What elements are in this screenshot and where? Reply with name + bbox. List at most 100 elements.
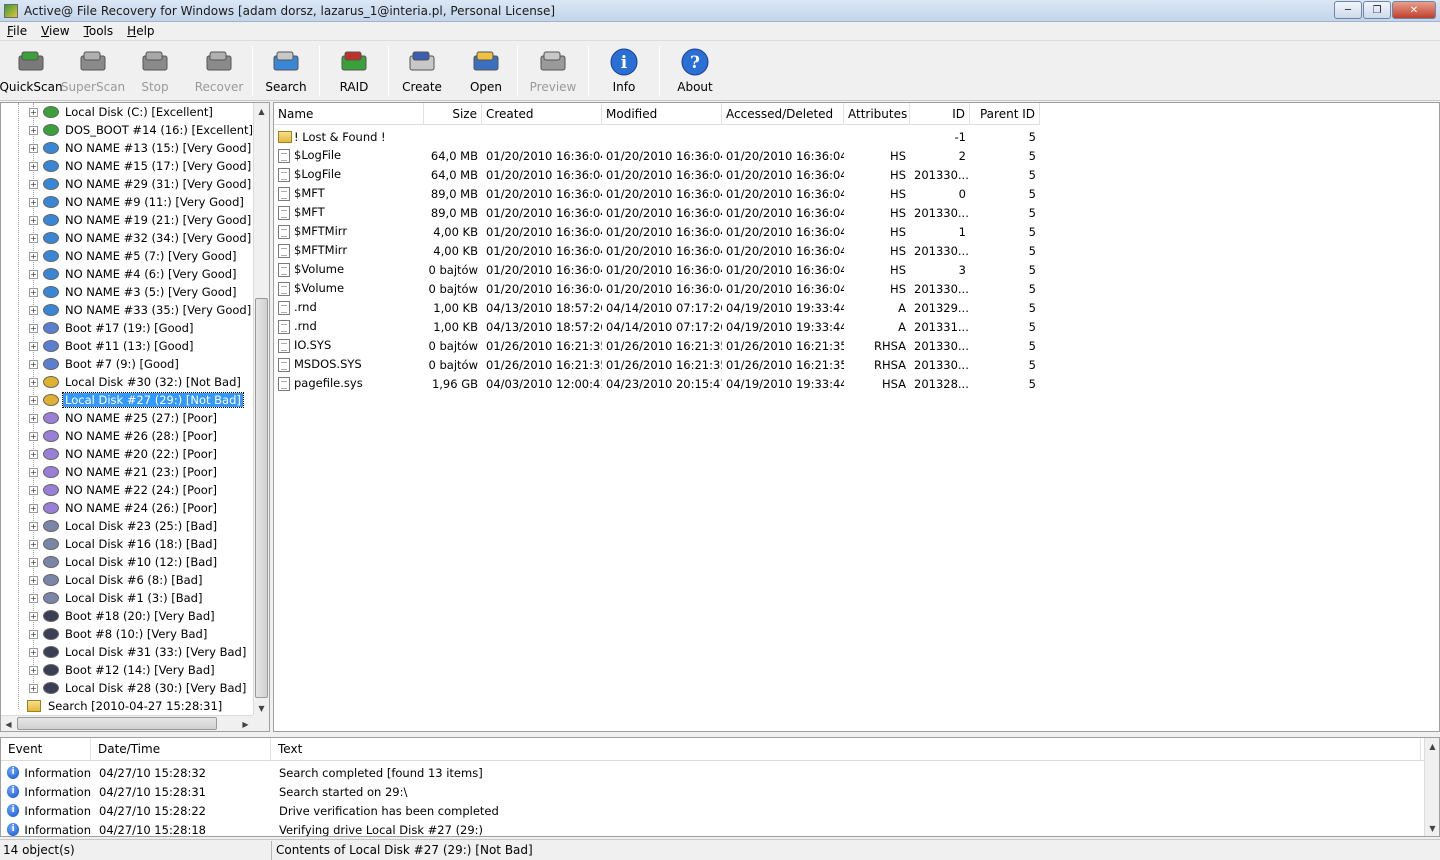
expand-icon[interactable]: +: [29, 197, 38, 207]
table-row[interactable]: pagefile.sys 1,96 GB 04/03/2010 12:00:41 04…: [274, 374, 1040, 393]
toolbar-button-raid[interactable]: RAID: [320, 42, 388, 100]
table-row[interactable]: ! Lost & Found ! -1 5: [274, 127, 1040, 146]
tree-item-drive[interactable]: + Local Disk #27 (29:) [Not Bad]: [29, 391, 244, 409]
expand-icon[interactable]: +: [29, 413, 38, 423]
toolbar-button-superscan[interactable]: SuperScan: [61, 42, 125, 100]
table-row[interactable]: .rnd 1,00 KB 04/13/2010 18:57:26 04/14/2010…: [274, 317, 1040, 336]
expand-icon[interactable]: +: [29, 611, 38, 621]
expand-icon[interactable]: +: [29, 665, 38, 675]
expand-icon[interactable]: +: [29, 467, 38, 477]
tree-item-drive[interactable]: + Local Disk #10 (12:) [Bad]: [29, 553, 219, 571]
tree-item-drive[interactable]: + NO NAME #21 (23:) [Poor]: [29, 463, 219, 481]
expand-icon[interactable]: +: [29, 683, 38, 693]
tree-item-drive[interactable]: + Local Disk (C:) [Excellent]: [29, 103, 215, 121]
table-row[interactable]: $MFT 89,0 MB 01/20/2010 16:36:04 01/20/2010…: [274, 184, 1040, 203]
expand-icon[interactable]: +: [29, 539, 38, 549]
column-header-created[interactable]: Created: [482, 103, 602, 125]
column-header-attributes[interactable]: Attributes: [844, 103, 910, 125]
table-row[interactable]: $MFTMirr 4,00 KB 01/20/2010 16:36:04 01/20/…: [274, 241, 1040, 260]
tree-item-drive[interactable]: + NO NAME #13 (15:) [Very Good]: [29, 139, 253, 157]
tree-item-drive[interactable]: + Local Disk #6 (8:) [Bad]: [29, 571, 204, 589]
minimize-button[interactable]: ─: [1334, 1, 1362, 19]
tree-item-drive[interactable]: + Boot #8 (10:) [Very Bad]: [29, 625, 209, 643]
expand-icon[interactable]: +: [29, 251, 38, 261]
tree-horizontal-scrollbar[interactable]: ◀ ▶: [1, 715, 254, 731]
log-column-event[interactable]: Event: [1, 738, 91, 761]
tree-item-drive[interactable]: + NO NAME #3 (5:) [Very Good]: [29, 283, 239, 301]
expand-icon[interactable]: +: [29, 485, 38, 495]
expand-icon[interactable]: +: [29, 647, 38, 657]
column-header-parent-id[interactable]: Parent ID: [970, 103, 1040, 125]
expand-icon[interactable]: +: [29, 215, 38, 225]
tree-item-drive[interactable]: + NO NAME #9 (11:) [Very Good]: [29, 193, 246, 211]
table-row[interactable]: $MFTMirr 4,00 KB 01/20/2010 16:36:04 01/20/…: [274, 222, 1040, 241]
tree-item-search[interactable]: Search [2010-04-27 15:28:31]: [27, 697, 224, 715]
expand-icon[interactable]: +: [29, 431, 38, 441]
tree-item-drive[interactable]: + Boot #17 (19:) [Good]: [29, 319, 195, 337]
toolbar-button-open[interactable]: Open: [455, 42, 517, 100]
expand-icon[interactable]: +: [29, 557, 38, 567]
tree-item-drive[interactable]: + NO NAME #19 (21:) [Very Good]: [29, 211, 253, 229]
expand-icon[interactable]: +: [29, 161, 38, 171]
table-row[interactable]: MSDOS.SYS 0 bajtów 01/26/2010 16:21:35 01/2…: [274, 355, 1040, 374]
tree-item-drive[interactable]: + Local Disk #30 (32:) [Not Bad]: [29, 373, 243, 391]
table-row[interactable]: $MFT 89,0 MB 01/20/2010 16:36:04 01/20/2010…: [274, 203, 1040, 222]
log-row[interactable]: i Information 04/27/10 15:28:32 Search comp…: [1, 763, 483, 782]
tree-item-drive[interactable]: + NO NAME #25 (27:) [Poor]: [29, 409, 219, 427]
tree-item-drive[interactable]: + NO NAME #29 (31:) [Very Good]: [29, 175, 253, 193]
expand-icon[interactable]: +: [29, 575, 38, 585]
tree-item-drive[interactable]: + Local Disk #31 (33:) [Very Bad]: [29, 643, 248, 661]
tree-item-drive[interactable]: + DOS_BOOT #14 (16:) [Excellent]: [29, 121, 254, 139]
expand-icon[interactable]: +: [29, 287, 38, 297]
log-column-text[interactable]: Text: [271, 738, 1421, 761]
expand-icon[interactable]: +: [29, 107, 38, 117]
tree-item-drive[interactable]: + Local Disk #28 (30:) [Very Bad]: [29, 679, 248, 697]
expand-icon[interactable]: +: [29, 341, 38, 351]
table-row[interactable]: $LogFile 64,0 MB 01/20/2010 16:36:04 01/20/…: [274, 146, 1040, 165]
toolbar-button-preview[interactable]: Preview: [518, 42, 588, 100]
tree-hscroll-thumb[interactable]: [17, 717, 217, 730]
expand-icon[interactable]: +: [29, 179, 38, 189]
column-header-accessed-deleted[interactable]: Accessed/Deleted: [722, 103, 844, 125]
column-header-modified[interactable]: Modified: [602, 103, 722, 125]
tree-item-drive[interactable]: + Boot #18 (20:) [Very Bad]: [29, 607, 217, 625]
log-row[interactable]: i Information 04/27/10 15:28:31 Search star…: [1, 782, 407, 801]
tree-item-drive[interactable]: + Local Disk #16 (18:) [Bad]: [29, 535, 219, 553]
expand-icon[interactable]: +: [29, 449, 38, 459]
tree-vertical-scrollbar[interactable]: ▲ ▼: [253, 103, 269, 716]
toolbar-button-recover[interactable]: Recover: [186, 42, 252, 100]
log-scroll-down-icon[interactable]: ▼: [1425, 820, 1439, 836]
expand-icon[interactable]: +: [29, 503, 38, 513]
scroll-down-icon[interactable]: ▼: [254, 700, 269, 716]
tree-item-drive[interactable]: + NO NAME #33 (35:) [Very Good]: [29, 301, 253, 319]
expand-icon[interactable]: +: [29, 359, 38, 369]
tree-item-drive[interactable]: + NO NAME #32 (34:) [Very Good]: [29, 229, 253, 247]
toolbar-button-stop[interactable]: Stop: [124, 42, 186, 100]
expand-icon[interactable]: +: [29, 143, 38, 153]
table-row[interactable]: $Volume 0 bajtów 01/20/2010 16:36:04 01/20/…: [274, 260, 1040, 279]
menu-help[interactable]: Help: [120, 24, 161, 38]
table-row[interactable]: $LogFile 64,0 MB 01/20/2010 16:36:04 01/20/…: [274, 165, 1040, 184]
expand-icon[interactable]: +: [29, 521, 38, 531]
expand-icon[interactable]: +: [29, 593, 38, 603]
scroll-left-icon[interactable]: ◀: [1, 716, 16, 731]
expand-icon[interactable]: +: [29, 323, 38, 333]
log-column-date-time[interactable]: Date/Time: [91, 738, 271, 761]
table-row[interactable]: .rnd 1,00 KB 04/13/2010 18:57:26 04/14/2010…: [274, 298, 1040, 317]
tree-item-drive[interactable]: + Boot #12 (14:) [Very Bad]: [29, 661, 217, 679]
tree-item-drive[interactable]: + NO NAME #24 (26:) [Poor]: [29, 499, 219, 517]
expand-icon[interactable]: +: [29, 269, 38, 279]
tree-item-drive[interactable]: + NO NAME #22 (24:) [Poor]: [29, 481, 219, 499]
table-row[interactable]: $Volume 0 bajtów 01/20/2010 16:36:04 01/20/…: [274, 279, 1040, 298]
log-row[interactable]: i Information 04/27/10 15:28:18 Verifying d…: [1, 820, 483, 836]
expand-icon[interactable]: +: [29, 395, 38, 405]
tree-item-drive[interactable]: + Boot #7 (9:) [Good]: [29, 355, 181, 373]
expand-icon[interactable]: +: [29, 377, 38, 387]
log-scroll-up-icon[interactable]: ▲: [1425, 738, 1439, 754]
toolbar-button-about[interactable]: ? About: [660, 42, 730, 100]
toolbar-button-create[interactable]: Create: [389, 42, 455, 100]
column-header-id[interactable]: ID: [910, 103, 970, 125]
expand-icon[interactable]: +: [29, 305, 38, 315]
tree-item-drive[interactable]: + Boot #11 (13:) [Good]: [29, 337, 195, 355]
tree-item-drive[interactable]: + NO NAME #5 (7:) [Very Good]: [29, 247, 239, 265]
